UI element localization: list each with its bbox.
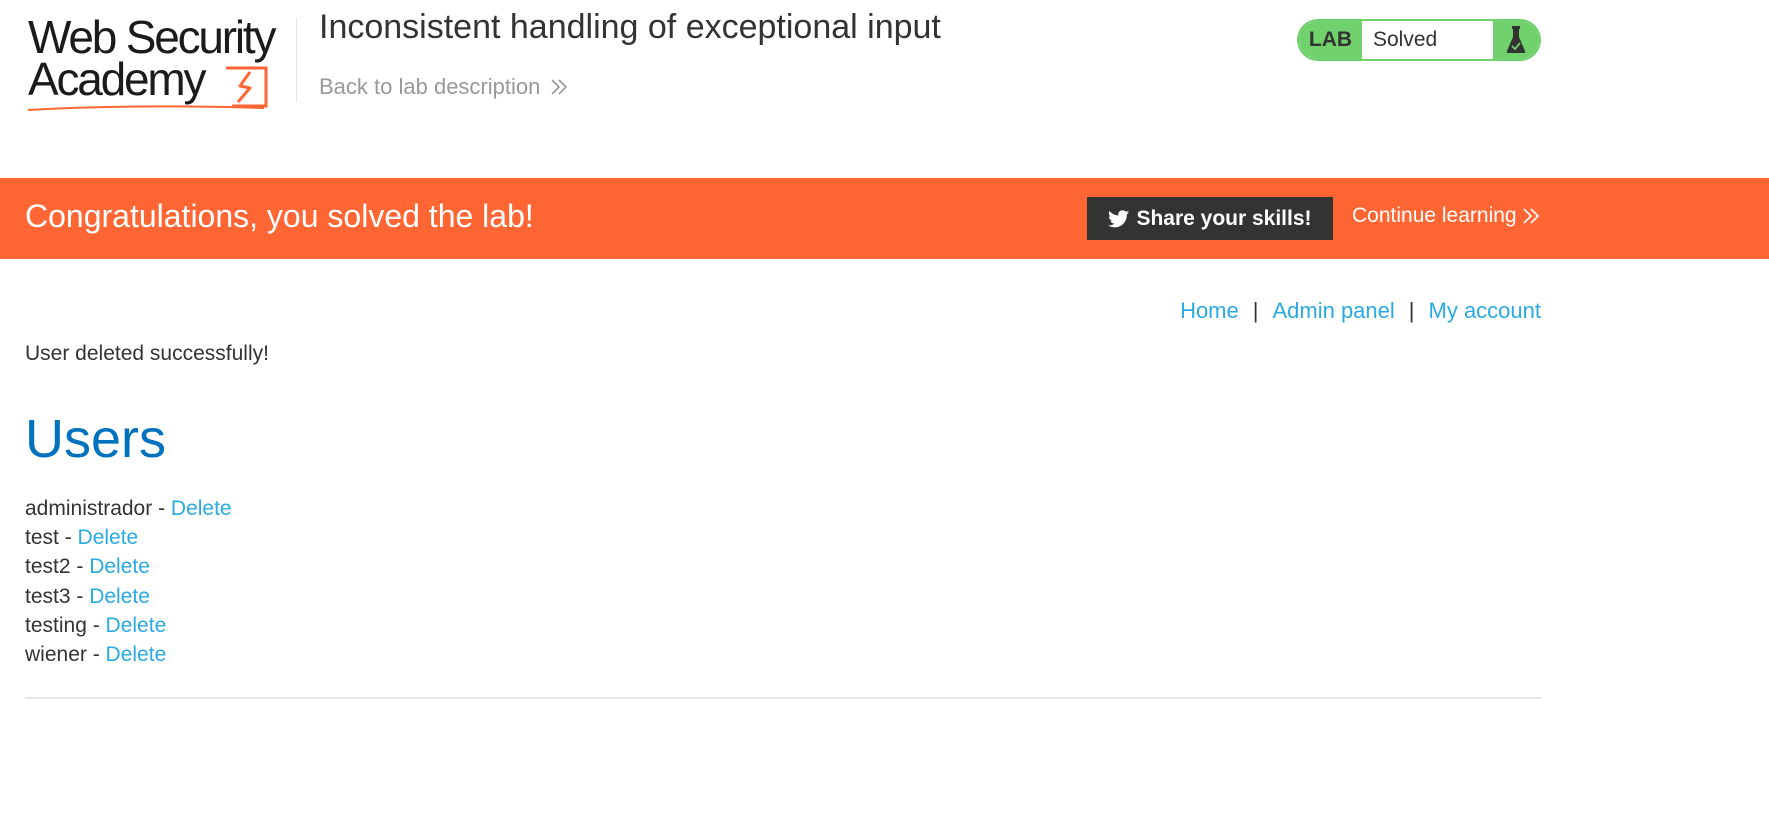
list-item: wiener - Delete — [25, 640, 232, 669]
header-divider — [296, 18, 297, 102]
page-header: Web Security Academy Inconsistent handli… — [0, 0, 1769, 178]
list-item: administrador - Delete — [25, 494, 232, 523]
list-item: test - Delete — [25, 523, 232, 552]
user-name: test2 — [25, 555, 71, 579]
list-item: test3 - Delete — [25, 582, 232, 611]
continue-learning-link[interactable]: Continue learning — [1352, 204, 1540, 228]
continue-learning-label: Continue learning — [1352, 204, 1517, 227]
logo-mark-icon — [28, 66, 268, 111]
status-message: User deleted successfully! — [25, 342, 269, 365]
share-button-label: Share your skills! — [1136, 206, 1312, 230]
user-separator: - — [86, 613, 106, 637]
double-chevron-right-icon — [551, 79, 568, 95]
user-name: wiener — [25, 643, 87, 667]
user-name: testing — [25, 613, 87, 637]
page-title: Users — [25, 409, 167, 469]
user-name: administrador — [25, 497, 153, 520]
user-separator: - — [152, 497, 171, 520]
lab-badge-label: LAB — [1299, 21, 1362, 59]
twitter-icon — [1108, 209, 1130, 227]
divider — [25, 697, 1542, 699]
user-separator: - — [58, 526, 78, 550]
user-separator: - — [86, 643, 106, 667]
lab-status-text: Solved — [1373, 28, 1438, 51]
lab-status-badge: LAB Solved — [1297, 19, 1541, 61]
solved-message: Congratulations, you solved the lab! — [25, 198, 534, 234]
list-item: test2 - Delete — [25, 552, 232, 581]
delete-user-link[interactable]: Delete — [171, 497, 232, 520]
double-chevron-right-icon — [1523, 208, 1539, 224]
flask-icon — [1493, 21, 1539, 59]
delete-user-link[interactable]: Delete — [106, 614, 167, 637]
nav-home-link[interactable]: Home — [1180, 298, 1239, 324]
nav-my-account-link[interactable]: My account — [1429, 298, 1542, 324]
user-separator: - — [70, 555, 90, 579]
list-item: testing - Delete — [25, 611, 232, 640]
nav-separator: | — [1408, 298, 1415, 323]
nav-admin-panel-link[interactable]: Admin panel — [1272, 298, 1394, 324]
web-security-academy-logo[interactable]: Web Security Academy — [28, 14, 296, 116]
user-list: administrador - Delete test - Delete tes… — [25, 494, 232, 669]
delete-user-link[interactable]: Delete — [89, 555, 150, 578]
user-name: test — [25, 526, 59, 550]
solved-banner: Congratulations, you solved the lab! Sha… — [0, 178, 1769, 259]
nav-separator: | — [1252, 298, 1259, 323]
back-link-label: Back to lab description — [319, 74, 541, 99]
top-navigation: Home | Admin panel | My account — [1180, 298, 1541, 324]
delete-user-link[interactable]: Delete — [89, 585, 150, 608]
lab-title: Inconsistent handling of exceptional inp… — [319, 8, 941, 46]
back-to-lab-description-link[interactable]: Back to lab description — [319, 74, 568, 100]
user-name: test3 — [25, 584, 71, 608]
user-separator: - — [70, 584, 90, 608]
share-skills-button[interactable]: Share your skills! — [1087, 197, 1333, 240]
delete-user-link[interactable]: Delete — [106, 643, 167, 666]
delete-user-link[interactable]: Delete — [78, 526, 139, 549]
